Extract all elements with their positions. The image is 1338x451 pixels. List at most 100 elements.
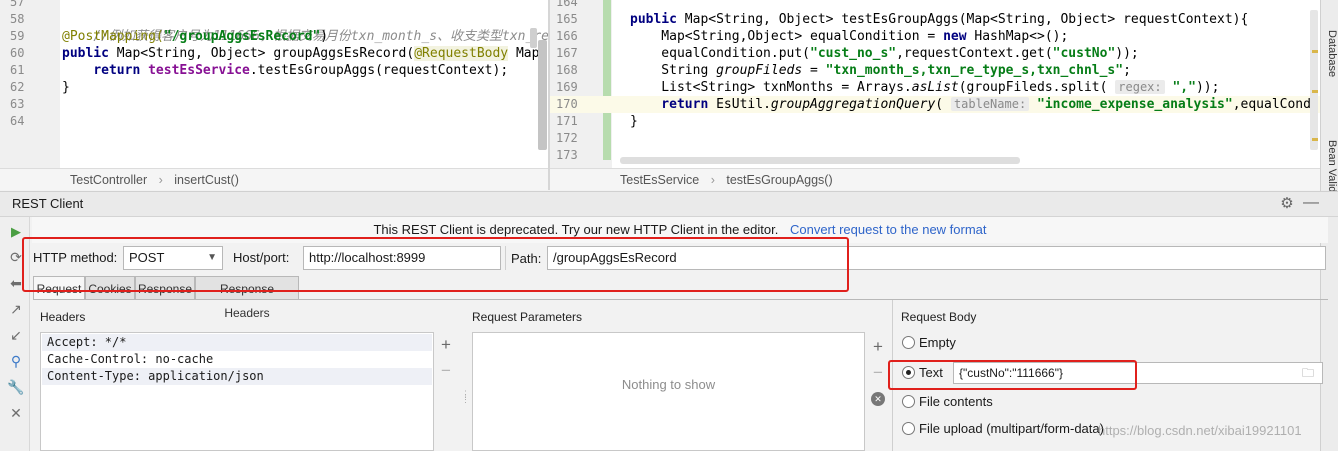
editor-right-hscrollbar[interactable] — [620, 157, 1020, 164]
convert-request-link[interactable]: Convert request to the new format — [790, 222, 987, 237]
breadcrumb-right: TestEsService › testEsGroupAggs() — [550, 168, 1320, 190]
field-ref: testEsService — [140, 63, 250, 78]
remove-header-icon[interactable]: − — [438, 362, 454, 380]
body-upload-radio[interactable] — [902, 422, 915, 435]
code-text: Map — [508, 46, 540, 61]
code-line-171: } — [630, 114, 638, 129]
database-tool-tab[interactable]: Database — [1322, 30, 1338, 120]
header-row[interactable]: Accept: */* — [42, 334, 432, 351]
static-method: asList — [911, 80, 959, 95]
request-body-title: Request Body — [901, 310, 977, 324]
body-empty-label: Empty — [919, 335, 956, 350]
code-text: Map<String, Object> groupAggsEsRecord( — [108, 46, 415, 61]
header-row[interactable]: Cache-Control: no-cache — [42, 351, 432, 368]
vcs-change-marker — [603, 0, 611, 160]
line-number: 59 — [10, 29, 25, 43]
string-literal: "income_expense_analysis" — [1029, 97, 1233, 112]
request-params-table[interactable]: Nothing to show — [472, 332, 865, 451]
import-icon[interactable]: ↙ — [7, 326, 25, 344]
line-number: 61 — [10, 63, 25, 77]
code-return-line: return testEsService.testEsGroupAggs(req… — [62, 62, 508, 79]
parameter-hint: regex: — [1115, 80, 1165, 94]
editor-right[interactable]: 164 165 166 167 168 169 170 171 172 173 … — [550, 0, 1338, 168]
splitter-handle-icon[interactable]: ⋮ ⋮ — [461, 390, 470, 406]
string-literal: "," — [1164, 80, 1196, 95]
folder-icon[interactable]: 🗀 — [1302, 366, 1318, 380]
remove-param-icon[interactable]: − — [870, 364, 886, 382]
code-text: ( — [935, 97, 951, 112]
line-number: 169 — [556, 80, 578, 94]
export-icon[interactable]: ↗ — [7, 300, 25, 318]
breadcrumb-method[interactable]: testEsGroupAggs() — [726, 173, 832, 187]
code-text: )); — [1195, 80, 1220, 95]
annotation-box-body-text — [888, 360, 1137, 390]
line-number: 57 — [10, 0, 25, 9]
line-number: 165 — [556, 12, 578, 26]
code-text: ,requestContext.get( — [896, 46, 1053, 61]
line-number: 166 — [556, 29, 578, 43]
code-text: = — [802, 63, 826, 78]
code-text: ,equalCondi — [1232, 97, 1319, 112]
line-number: 167 — [556, 46, 578, 60]
editor-left-marker — [530, 28, 537, 48]
breadcrumb-separator-icon: › — [710, 173, 715, 187]
line-number: 168 — [556, 63, 578, 77]
variable: groupFileds — [716, 63, 803, 78]
editor-left[interactable]: 57 58 59 60 61 62 63 64 //例如获得客户号为111666… — [0, 0, 548, 168]
code-line-166: Map<String,Object> equalCondition = new … — [630, 28, 1068, 45]
keyword: public — [630, 12, 677, 27]
close-icon[interactable]: ✕ — [7, 404, 25, 422]
minimize-icon[interactable]: — — [1302, 194, 1320, 214]
keyword: return — [630, 97, 709, 112]
code-text: EsUtil. — [708, 97, 771, 112]
keyword: return — [93, 63, 141, 78]
headers-title: Headers — [40, 310, 86, 324]
annotation: @PostMapping( — [62, 29, 164, 44]
code-text: .testEsGroupAggs(requestContext); — [249, 63, 509, 78]
line-number: 171 — [556, 114, 578, 128]
code-line-169: List<String> txnMonths = Arrays.asList(g… — [630, 79, 1219, 96]
clear-icon[interactable]: ✕ — [871, 392, 885, 406]
line-number: 170 — [556, 97, 578, 111]
breadcrumb-method[interactable]: insertCust() — [174, 173, 239, 187]
header-row[interactable]: Content-Type: application/json — [42, 368, 432, 385]
breadcrumb-class[interactable]: TestController — [70, 173, 147, 187]
add-param-icon[interactable]: + — [870, 338, 886, 356]
code-text: HashMap<>(); — [966, 29, 1069, 44]
tab-underline — [33, 299, 1328, 300]
deprecation-text: This REST Client is deprecated. Try our … — [373, 222, 779, 237]
breadcrumb-class[interactable]: TestEsService — [620, 173, 699, 187]
breadcrumb-left: TestController › insertCust() — [0, 168, 548, 190]
code-text: List<String> txnMonths = Arrays. — [630, 80, 912, 95]
body-upload-label: File upload (multipart/form-data) — [919, 421, 1104, 436]
generate-icon[interactable]: ⚲ — [7, 352, 25, 370]
headers-table[interactable]: Accept: */* Cache-Control: no-cache Cont… — [40, 332, 434, 451]
line-number: 164 — [556, 0, 578, 9]
scroll-marker — [1312, 90, 1318, 93]
code-line-167: equalCondition.put("cust_no_s",requestCo… — [630, 45, 1139, 62]
wrench-icon[interactable]: 🔧 — [7, 378, 25, 396]
code-text: Map<String,Object> equalCondition = — [630, 29, 944, 44]
code-text: String — [630, 63, 717, 78]
code-text: )); — [1115, 46, 1139, 61]
parameter-hint: tableName: — [950, 97, 1030, 111]
body-file-radio[interactable] — [902, 395, 915, 408]
line-number: 64 — [10, 114, 25, 128]
line-number: 173 — [556, 148, 578, 162]
code-line-165: public Map<String, Object> testEsGroupAg… — [630, 11, 1248, 28]
tool-window-title: REST Client — [12, 196, 84, 211]
body-empty-radio[interactable] — [902, 336, 915, 349]
editor-left-scrollbar[interactable] — [538, 40, 547, 150]
code-text: equalCondition.put( — [630, 46, 811, 61]
gear-icon[interactable]: ⚙ — [1278, 194, 1296, 214]
rest-client-title-bar: REST Client ⚙ — — [0, 191, 1338, 217]
code-line-170: return EsUtil.groupAggregationQuery( tab… — [630, 96, 1319, 113]
line-number: 63 — [10, 97, 25, 111]
line-number: 60 — [10, 46, 25, 60]
add-header-icon[interactable]: + — [438, 336, 454, 354]
empty-state-text: Nothing to show — [621, 377, 716, 392]
scroll-marker — [1312, 138, 1318, 141]
line-number: 62 — [10, 80, 25, 94]
code-close-line: } — [62, 80, 70, 95]
editor-right-scrollbar[interactable] — [1310, 10, 1318, 150]
